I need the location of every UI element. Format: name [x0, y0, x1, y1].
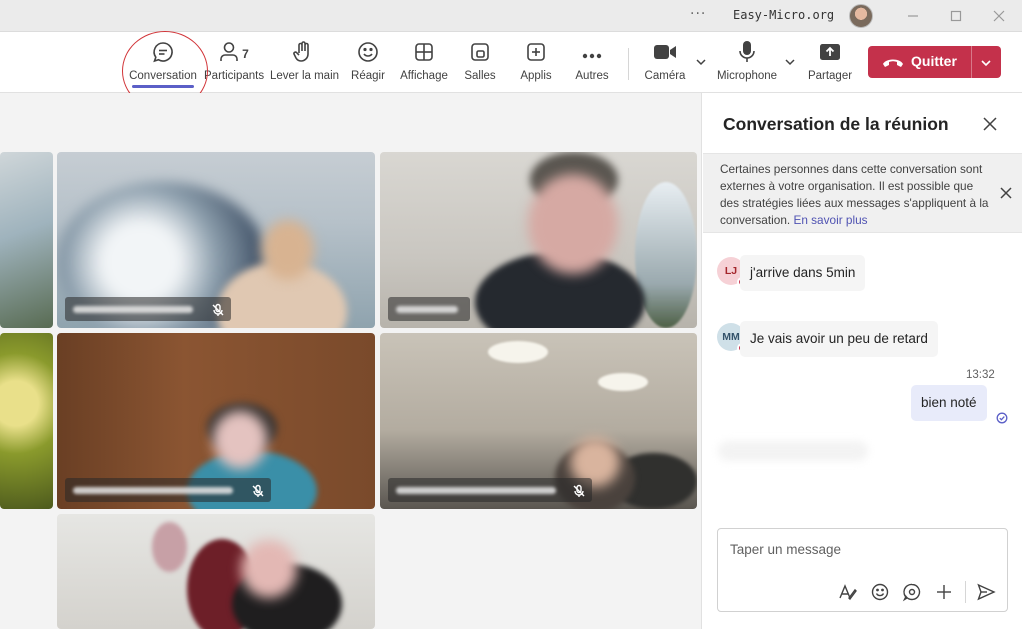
blurred-face [241, 540, 297, 598]
grid-icon [414, 42, 434, 66]
raise-hand-label: Lever la main [270, 70, 340, 82]
share-label: Partager [807, 70, 853, 82]
message-timestamp: 13:32 [966, 369, 995, 381]
title-bar: ··· Easy-Micro.org [0, 0, 1022, 32]
video-tile[interactable] [57, 152, 375, 328]
video-tile[interactable] [380, 152, 697, 328]
camera-icon [653, 43, 677, 65]
add-app-icon [526, 42, 546, 66]
blurred-name [73, 306, 193, 313]
react-label: Réagir [351, 70, 385, 82]
message-text: Je vais avoir un peu de retard [740, 321, 938, 357]
participant-nametag [388, 478, 592, 502]
more-icon [581, 45, 603, 64]
dismiss-banner-icon[interactable] [998, 185, 1014, 201]
view-label: Affichage [400, 70, 448, 82]
video-light [488, 341, 548, 363]
raise-hand-button[interactable]: Lever la main [270, 40, 340, 86]
user-avatar[interactable] [849, 4, 873, 28]
participant-nametag [65, 478, 271, 502]
video-stage [0, 93, 701, 629]
own-message-text: bien noté [911, 385, 987, 421]
close-window-icon[interactable] [990, 7, 1008, 25]
more-label: Autres [575, 70, 609, 82]
mic-muted-icon [572, 483, 586, 497]
loading-placeholder [718, 441, 868, 461]
video-tile[interactable] [0, 333, 53, 509]
camera-options-chevron-icon[interactable] [694, 54, 708, 68]
message-composer[interactable]: Taper un message [717, 528, 1008, 612]
share-button[interactable]: Partager [806, 42, 854, 86]
video-poster [152, 522, 187, 572]
close-panel-icon[interactable] [981, 115, 999, 133]
hang-up-icon [882, 55, 904, 74]
participant-nametag [65, 297, 231, 321]
microphone-icon [737, 40, 757, 68]
message-seen-icon [996, 409, 1008, 424]
camera-label: Caméra [644, 70, 686, 82]
blurred-face [262, 220, 314, 280]
message-input[interactable]: Taper un message [730, 542, 841, 557]
external-participants-banner: Certaines personnes dans cette conversat… [703, 153, 1022, 233]
chat-panel: Conversation de la réunion Certaines per… [701, 93, 1022, 629]
video-tile[interactable] [57, 333, 375, 509]
participants-button[interactable]: 7 Participants [204, 42, 264, 86]
window-title: Easy-Micro.org [733, 8, 835, 22]
leave-options-chevron-icon[interactable] [979, 55, 993, 74]
react-button[interactable]: Réagir [350, 42, 386, 86]
more-button[interactable]: Autres [574, 42, 610, 86]
avatar-initials: MM [722, 331, 740, 343]
blurred-face [213, 411, 267, 469]
emoji-icon[interactable] [870, 582, 890, 602]
leave-button[interactable]: Quitter [868, 46, 1001, 78]
camera-button[interactable]: Caméra [644, 42, 686, 86]
video-tile[interactable] [0, 152, 53, 328]
leave-divider [971, 46, 972, 78]
blurred-name [396, 487, 556, 494]
banner-message: Certaines personnes dans cette conversat… [720, 161, 992, 229]
apps-label: Applis [520, 70, 552, 82]
participant-nametag [388, 297, 470, 321]
rooms-icon [470, 42, 490, 66]
video-light [598, 373, 648, 391]
blurred-name [396, 306, 458, 313]
share-icon [819, 42, 841, 66]
blurred-face [528, 174, 618, 274]
apps-button[interactable]: Applis [518, 42, 554, 86]
video-tile[interactable] [380, 333, 697, 509]
rooms-button[interactable]: Salles [462, 42, 498, 86]
learn-more-link[interactable]: En savoir plus [793, 213, 867, 227]
maximize-icon[interactable] [947, 7, 965, 25]
minimize-icon[interactable] [904, 7, 922, 25]
video-tile[interactable] [57, 514, 375, 629]
participants-label: Participants [204, 70, 265, 82]
microphone-label: Microphone [716, 70, 778, 82]
more-options-icon[interactable]: ··· [690, 6, 706, 22]
people-icon [219, 41, 239, 67]
attach-plus-icon[interactable] [934, 582, 954, 602]
mic-muted-icon [211, 302, 225, 316]
emoji-icon [357, 41, 379, 67]
view-button[interactable]: Affichage [398, 42, 450, 86]
toolbar-separator [628, 48, 629, 80]
message-text: j'arrive dans 5min [740, 255, 866, 291]
send-icon[interactable] [976, 582, 996, 602]
avatar-initials: LJ [724, 265, 738, 277]
microphone-options-chevron-icon[interactable] [783, 54, 797, 68]
composer-separator [965, 581, 966, 603]
blurred-name [73, 487, 233, 494]
chat-panel-title: Conversation de la réunion [723, 114, 949, 134]
participants-count: 7 [242, 47, 249, 61]
raise-hand-icon [292, 40, 314, 68]
format-icon[interactable] [838, 582, 858, 602]
mic-muted-icon [251, 483, 265, 497]
leave-label: Quitter [911, 53, 957, 69]
rooms-label: Salles [464, 70, 496, 82]
loop-component-icon[interactable] [902, 582, 922, 602]
microphone-button[interactable]: Microphone [716, 40, 778, 86]
